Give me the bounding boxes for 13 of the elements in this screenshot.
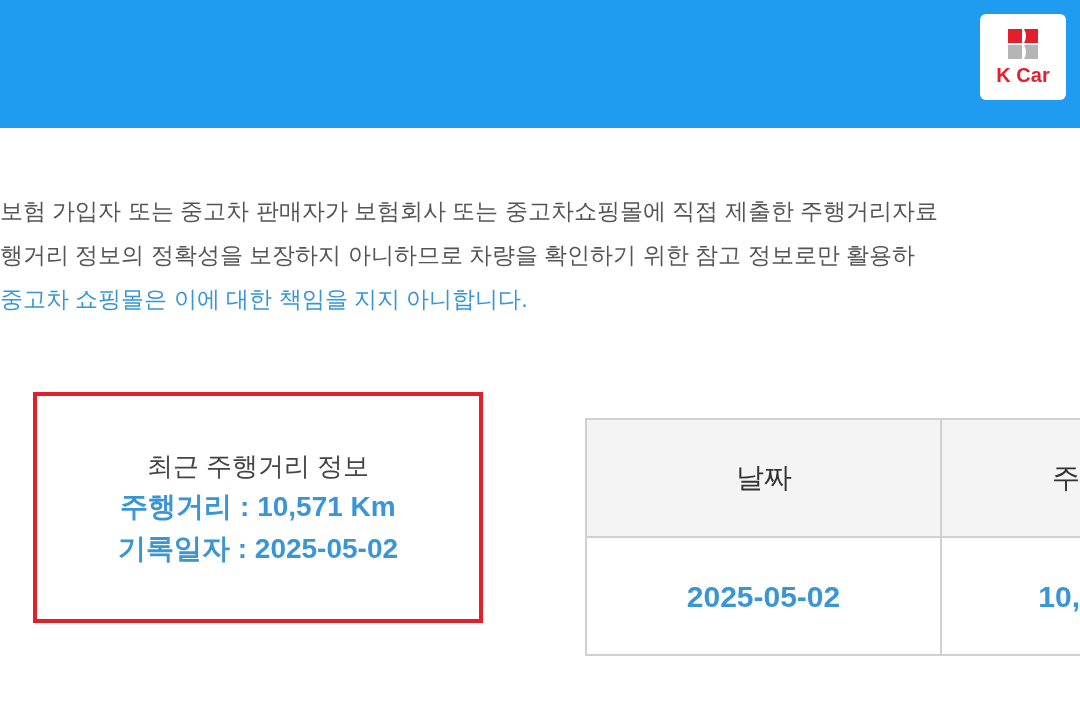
notice-line: 보험 가입자 또는 중고차 판매자가 보험회사 또는 중고차쇼핑몰에 직접 제출한 주행거리자료 — [0, 198, 938, 224]
notice-line: 행거리 정보의 정확성을 보장하지 아니하므로 차량을 확인하기 위한 참고 정보로만 활용하 — [0, 242, 915, 268]
notice-line: 중고차 쇼핑몰은 이에 대한 책임을 지지 아니합니다. — [0, 286, 528, 312]
logo-text: K Car — [996, 65, 1050, 85]
column-header: 날짜 — [587, 420, 942, 536]
logo-mark-icon — [1008, 29, 1038, 59]
card-title: 최근 주행거리 정보 — [146, 452, 370, 479]
table-cell-text: 10, — [1037, 578, 1080, 615]
column-header: 주 — [1051, 461, 1080, 495]
table-cell: 2025-05-02 — [587, 538, 942, 654]
record-date: 기록일자 : 2025-05-02 — [117, 534, 399, 563]
mileage-value: 주행거리 : 10,571 Km — [120, 492, 396, 521]
logo[interactable]: K Car — [980, 14, 1066, 100]
